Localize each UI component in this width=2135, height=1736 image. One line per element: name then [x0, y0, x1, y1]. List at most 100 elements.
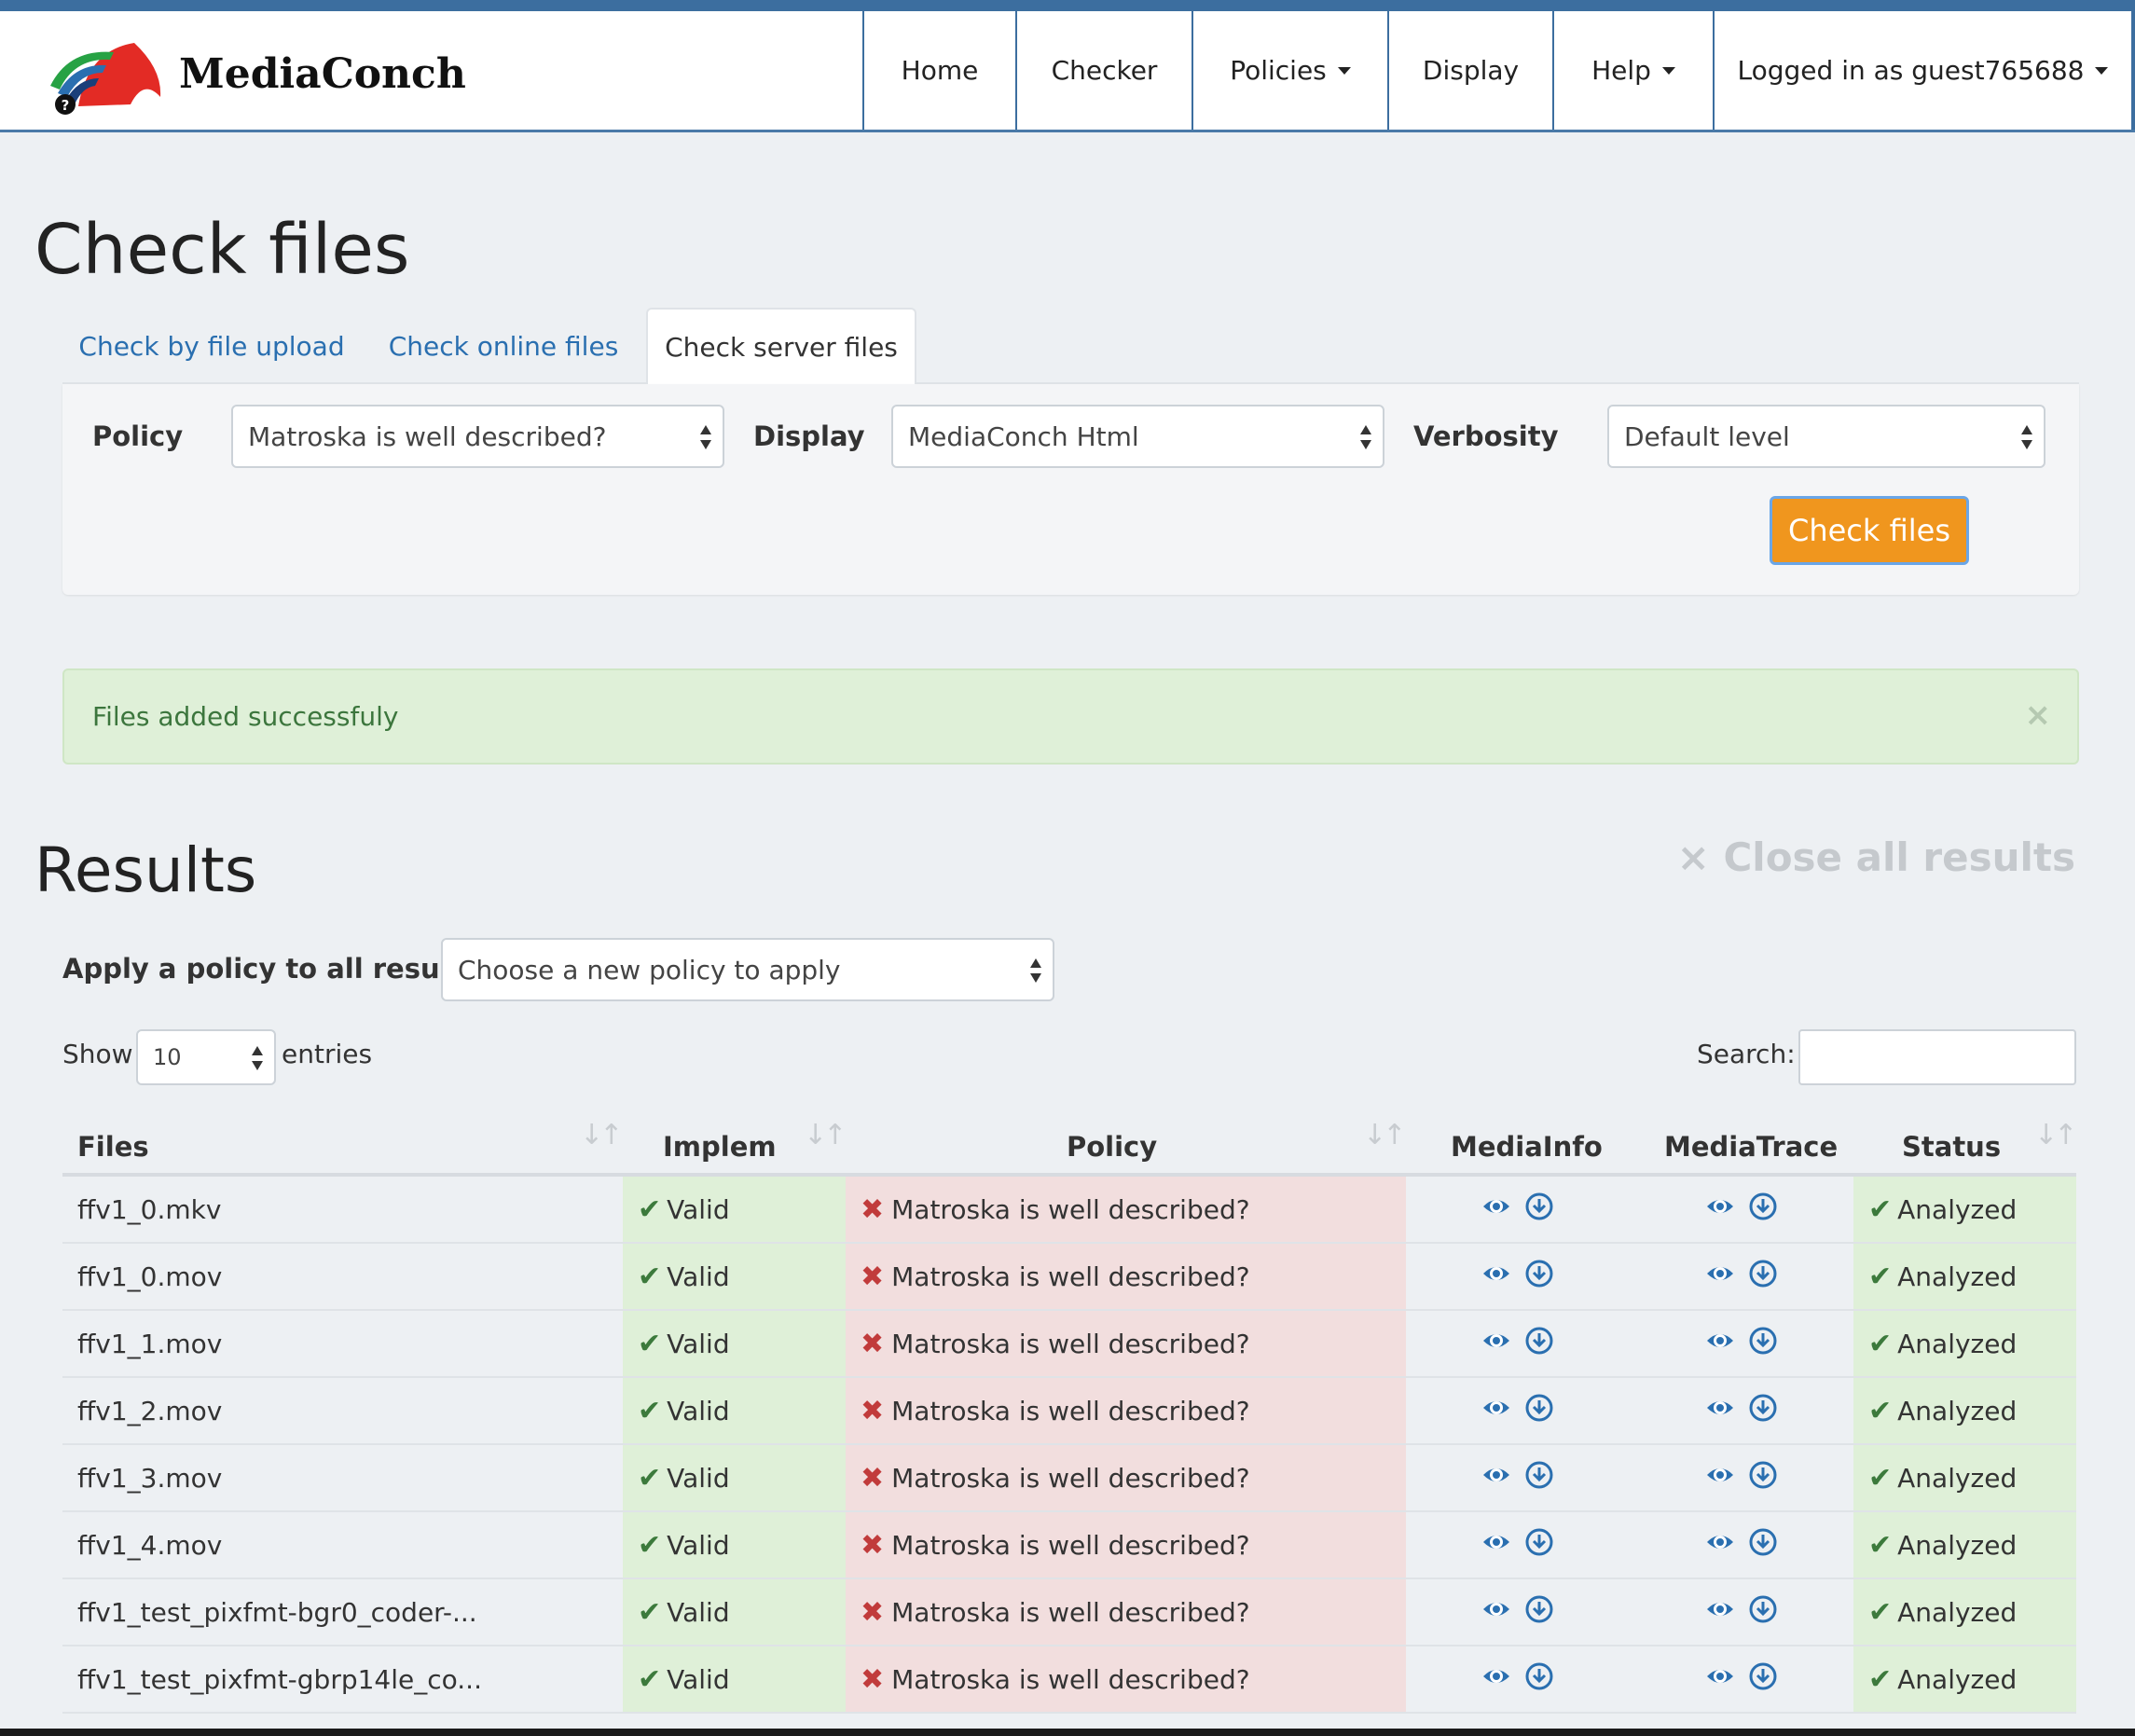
implem-cell[interactable]: ✔ Valid — [623, 1378, 846, 1443]
caret-down-icon — [1661, 66, 1675, 75]
nav-user-menu[interactable]: Logged in as guest765688 — [1713, 11, 2131, 130]
apply-policy-label: Apply a policy to all results — [62, 953, 478, 985]
policy-cell[interactable]: ✖ Matroska is well described? — [846, 1445, 1406, 1510]
file-name: ffv1_3.mov — [77, 1462, 223, 1494]
view-eye-icon[interactable] — [1481, 1527, 1511, 1564]
policy-cell[interactable]: ✖ Matroska is well described? — [846, 1311, 1406, 1376]
policy-result: Matroska is well described? — [891, 1462, 1250, 1494]
verbosity-select[interactable]: Default level — [1607, 405, 2045, 468]
download-icon[interactable] — [1748, 1393, 1778, 1429]
table-row: ffv1_3.mov ✔ Valid ✖ Matroska is well descri… — [62, 1445, 2076, 1512]
brand-logo[interactable]: ? MediaConch — [41, 32, 466, 116]
close-icon[interactable]: × — [2025, 696, 2052, 734]
implem-cell[interactable]: ✔ Valid — [623, 1311, 846, 1376]
nav-policies[interactable]: Policies — [1191, 11, 1387, 130]
caret-down-icon — [2095, 66, 2109, 75]
tab-online-files[interactable]: Check online files — [361, 308, 646, 384]
download-icon[interactable] — [1524, 1460, 1554, 1496]
download-icon[interactable] — [1748, 1527, 1778, 1564]
download-icon[interactable] — [1524, 1192, 1554, 1228]
policy-cell[interactable]: ✖ Matroska is well described? — [846, 1512, 1406, 1578]
policy-cell[interactable]: ✖ Matroska is well described? — [846, 1378, 1406, 1443]
nav-home[interactable]: Home — [862, 11, 1015, 130]
policy-select[interactable]: Matroska is well described? — [231, 405, 724, 468]
mediainfo-cell — [1406, 1646, 1630, 1712]
view-eye-icon[interactable] — [1705, 1192, 1735, 1228]
implem-cell[interactable]: ✔ Valid — [623, 1512, 846, 1578]
status-cell: ✔ Analyzed — [1853, 1378, 2076, 1443]
view-eye-icon[interactable] — [1705, 1326, 1735, 1362]
view-eye-icon[interactable] — [1481, 1192, 1511, 1228]
download-icon[interactable] — [1524, 1527, 1554, 1564]
policy-cell[interactable]: ✖ Matroska is well described? — [846, 1177, 1406, 1242]
nav-help-label: Help — [1591, 55, 1651, 86]
cross-icon: ✖ — [861, 1461, 885, 1495]
download-icon[interactable] — [1748, 1259, 1778, 1295]
caret-down-icon — [1337, 66, 1351, 75]
tab-server-files[interactable]: Check server files — [646, 308, 916, 386]
column-mediainfo-label: MediaInfo — [1451, 1131, 1603, 1163]
sort-icon[interactable]: ↓↑ — [1363, 1119, 1406, 1151]
view-eye-icon[interactable] — [1481, 1393, 1511, 1429]
download-icon[interactable] — [1524, 1326, 1554, 1362]
mediatrace-cell — [1630, 1177, 1853, 1242]
implem-cell[interactable]: ✔ Valid — [623, 1579, 846, 1645]
implem-cell[interactable]: ✔ Valid — [623, 1445, 846, 1510]
search-input[interactable] — [1798, 1029, 2076, 1085]
view-eye-icon[interactable] — [1481, 1661, 1511, 1698]
sort-icon[interactable]: ↓↑ — [580, 1119, 623, 1151]
view-eye-icon[interactable] — [1705, 1661, 1735, 1698]
nav-display[interactable]: Display — [1387, 11, 1552, 130]
entries-select-value: 10 — [153, 1044, 182, 1070]
view-eye-icon[interactable] — [1481, 1594, 1511, 1631]
tab-file-upload[interactable]: Check by file upload — [62, 308, 361, 384]
view-eye-icon[interactable] — [1705, 1527, 1735, 1564]
download-icon[interactable] — [1748, 1594, 1778, 1631]
column-mediatrace-label: MediaTrace — [1664, 1131, 1839, 1163]
nav-help[interactable]: Help — [1552, 11, 1713, 130]
view-eye-icon[interactable] — [1705, 1393, 1735, 1429]
view-eye-icon[interactable] — [1705, 1594, 1735, 1631]
implem-cell[interactable]: ✔ Valid — [623, 1646, 846, 1712]
column-header-status[interactable]: Status — [1902, 1121, 2001, 1173]
sort-icon[interactable]: ↓↑ — [804, 1119, 847, 1151]
implem-cell[interactable]: ✔ Valid — [623, 1177, 846, 1242]
close-all-results-button[interactable]: × Close all results — [1677, 834, 2075, 880]
entries-select[interactable]: 10 — [136, 1029, 276, 1085]
implem-cell[interactable]: ✔ Valid — [623, 1244, 846, 1309]
column-header-policy[interactable]: Policy — [1067, 1121, 1157, 1173]
download-icon[interactable] — [1748, 1192, 1778, 1228]
view-eye-icon[interactable] — [1705, 1259, 1735, 1295]
column-files-label: Files — [77, 1131, 149, 1163]
policy-select-value: Matroska is well described? — [248, 420, 607, 452]
status-cell: ✔ Analyzed — [1853, 1512, 2076, 1578]
implem-result: Valid — [667, 1596, 730, 1628]
nav-checker[interactable]: Checker — [1015, 11, 1191, 130]
view-eye-icon[interactable] — [1481, 1460, 1511, 1496]
column-header-implem[interactable]: Implem — [663, 1121, 777, 1173]
results-title: Results — [34, 834, 257, 906]
view-eye-icon[interactable] — [1705, 1460, 1735, 1496]
policy-cell[interactable]: ✖ Matroska is well described? — [846, 1646, 1406, 1712]
download-icon[interactable] — [1748, 1661, 1778, 1698]
download-icon[interactable] — [1748, 1326, 1778, 1362]
download-icon[interactable] — [1524, 1594, 1554, 1631]
policy-result: Matroska is well described? — [891, 1261, 1250, 1292]
status-text: Analyzed — [1897, 1328, 2018, 1359]
policy-result: Matroska is well described? — [891, 1596, 1250, 1628]
column-header-files[interactable]: Files — [77, 1121, 149, 1173]
sort-icon[interactable]: ↓↑ — [2034, 1119, 2077, 1151]
policy-result: Matroska is well described? — [891, 1663, 1250, 1695]
check-files-button[interactable]: Check files — [1770, 496, 1969, 565]
download-icon[interactable] — [1524, 1393, 1554, 1429]
download-icon[interactable] — [1524, 1661, 1554, 1698]
view-eye-icon[interactable] — [1481, 1259, 1511, 1295]
download-icon[interactable] — [1748, 1460, 1778, 1496]
policy-cell[interactable]: ✖ Matroska is well described? — [846, 1579, 1406, 1645]
display-select[interactable]: MediaConch Html — [891, 405, 1384, 468]
policy-cell[interactable]: ✖ Matroska is well described? — [846, 1244, 1406, 1309]
apply-policy-select[interactable]: Choose a new policy to apply — [441, 938, 1054, 1001]
download-icon[interactable] — [1524, 1259, 1554, 1295]
view-eye-icon[interactable] — [1481, 1326, 1511, 1362]
implem-result: Valid — [667, 1261, 730, 1292]
